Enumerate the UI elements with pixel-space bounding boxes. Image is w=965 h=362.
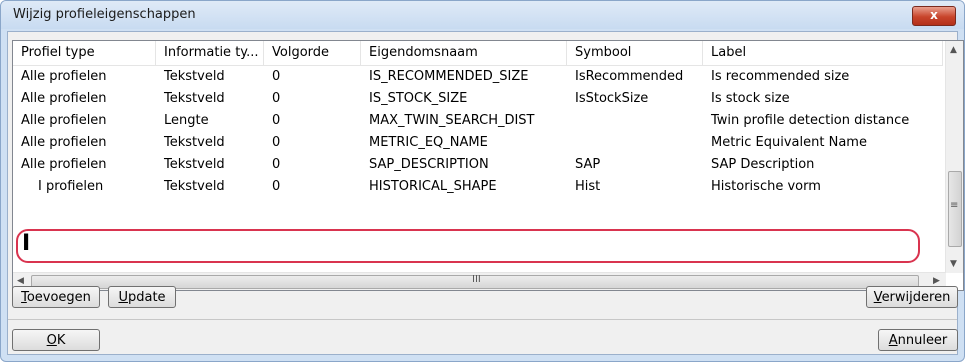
cell-symbol: IsStockSize bbox=[575, 91, 649, 106]
close-button[interactable]: x bbox=[912, 6, 956, 26]
cell-info-type: Tekstveld bbox=[164, 69, 225, 84]
cell-profile-type: Alle profielen bbox=[21, 113, 107, 128]
cell-symbol bbox=[567, 132, 703, 154]
cell-symbol: Hist bbox=[575, 179, 601, 194]
cell-label: Is recommended size bbox=[711, 69, 850, 84]
cell-info-type: Lengte bbox=[164, 113, 209, 128]
window-title: Wijzig profieleigenschappen bbox=[13, 7, 196, 22]
column-header-symbol[interactable]: Symbool bbox=[567, 41, 703, 65]
cell-profile-type: Alle profielen bbox=[21, 69, 107, 84]
cell-property-name: MAX_TWIN_SEARCH_DIST bbox=[369, 113, 535, 128]
column-header-order[interactable]: Volgorde bbox=[264, 41, 361, 65]
cell-info-type: Tekstveld bbox=[164, 157, 225, 172]
cancel-button[interactable]: Annuleer bbox=[878, 329, 958, 351]
cell-order: 0 bbox=[272, 157, 281, 172]
cell-property-name: SAP_DESCRIPTION bbox=[369, 157, 489, 172]
table-row[interactable]: Alle profielen Tekstveld 0 SAP_DESCRIPTI… bbox=[13, 154, 943, 176]
ok-button[interactable]: OK bbox=[12, 329, 100, 351]
cell-label: SAP Description bbox=[711, 157, 815, 172]
column-header-property-name[interactable]: Eigendomsnaam bbox=[361, 41, 567, 65]
cell-label: Historische vorm bbox=[711, 179, 821, 194]
column-header-profile-type[interactable]: Profiel type bbox=[13, 41, 156, 65]
cell-order: 0 bbox=[272, 91, 281, 106]
cell-profile-type: Alle profielen bbox=[21, 91, 107, 106]
scroll-down-arrow-icon[interactable]: ▼ bbox=[950, 259, 957, 269]
properties-list[interactable]: Profiel type Informatie ty... Volgorde E… bbox=[12, 40, 964, 291]
delete-button[interactable]: Verwijderen bbox=[866, 286, 958, 308]
column-header-info-type[interactable]: Informatie ty... bbox=[156, 41, 264, 65]
cell-symbol: SAP bbox=[575, 157, 601, 172]
cell-property-name: IS_STOCK_SIZE bbox=[369, 91, 468, 106]
list-header: Profiel type Informatie ty... Volgorde E… bbox=[13, 41, 943, 66]
cell-label: Twin profile detection distance bbox=[711, 113, 910, 128]
cell-property-name: IS_RECOMMENDED_SIZE bbox=[369, 69, 529, 84]
cell-order: 0 bbox=[272, 69, 281, 84]
update-button[interactable]: Update bbox=[108, 286, 176, 308]
dialog-window: Wijzig profieleigenschappen x Profiel ty… bbox=[0, 0, 965, 362]
cell-symbol: IsRecommended bbox=[575, 69, 684, 84]
cell-info-type: Tekstveld bbox=[164, 179, 225, 194]
dialog-client-area: Profiel type Informatie ty... Volgorde E… bbox=[7, 31, 964, 355]
cell-profile-type: Alle profielen bbox=[21, 157, 107, 172]
cell-profile-type: I profielen bbox=[38, 179, 104, 194]
scroll-grip-icon: III bbox=[472, 274, 481, 285]
cell-profile-type: Alle profielen bbox=[21, 135, 107, 150]
cell-order: 0 bbox=[272, 179, 281, 194]
table-row[interactable]: Alle profielen Tekstveld 0 METRIC_EQ_NAM… bbox=[13, 132, 943, 154]
cell-symbol bbox=[567, 110, 703, 132]
cell-label: Metric Equivalent Name bbox=[711, 135, 867, 150]
table-row[interactable]: Alle profielen Tekstveld 0 IS_RECOMMENDE… bbox=[13, 66, 943, 88]
close-icon: x bbox=[930, 8, 938, 22]
cell-info-type: Tekstveld bbox=[164, 135, 225, 150]
scroll-left-arrow-icon[interactable]: ◀ bbox=[17, 276, 24, 286]
vertical-scroll-thumb[interactable]: ≡ bbox=[948, 171, 962, 247]
cell-label: Is stock size bbox=[711, 91, 790, 106]
scroll-right-arrow-icon[interactable]: ▶ bbox=[933, 276, 940, 286]
table-row[interactable]: Alle profielen Tekstveld 0 IS_STOCK_SIZE… bbox=[13, 88, 943, 110]
title-bar: Wijzig profieleigenschappen x bbox=[1, 1, 964, 29]
scroll-up-arrow-icon[interactable]: ▲ bbox=[950, 45, 957, 55]
table-row[interactable]: I profielen Tekstveld 0 HISTORICAL_SHAPE… bbox=[13, 176, 943, 198]
add-button[interactable]: Toevoegen bbox=[12, 286, 100, 308]
column-header-label[interactable]: Label bbox=[703, 41, 943, 65]
cell-order: 0 bbox=[272, 135, 281, 150]
text-ibeam-icon: I bbox=[22, 231, 31, 256]
cell-info-type: Tekstveld bbox=[164, 91, 225, 106]
vertical-scrollbar[interactable]: ▲ ≡ ▼ bbox=[945, 41, 963, 273]
cell-property-name: HISTORICAL_SHAPE bbox=[369, 179, 497, 194]
cell-property-name: METRIC_EQ_NAME bbox=[369, 135, 488, 150]
button-divider bbox=[8, 319, 957, 320]
cell-order: 0 bbox=[272, 113, 281, 128]
scroll-grip-icon: ≡ bbox=[950, 200, 959, 211]
table-row[interactable]: Alle profielen Lengte 0 MAX_TWIN_SEARCH_… bbox=[13, 110, 943, 132]
